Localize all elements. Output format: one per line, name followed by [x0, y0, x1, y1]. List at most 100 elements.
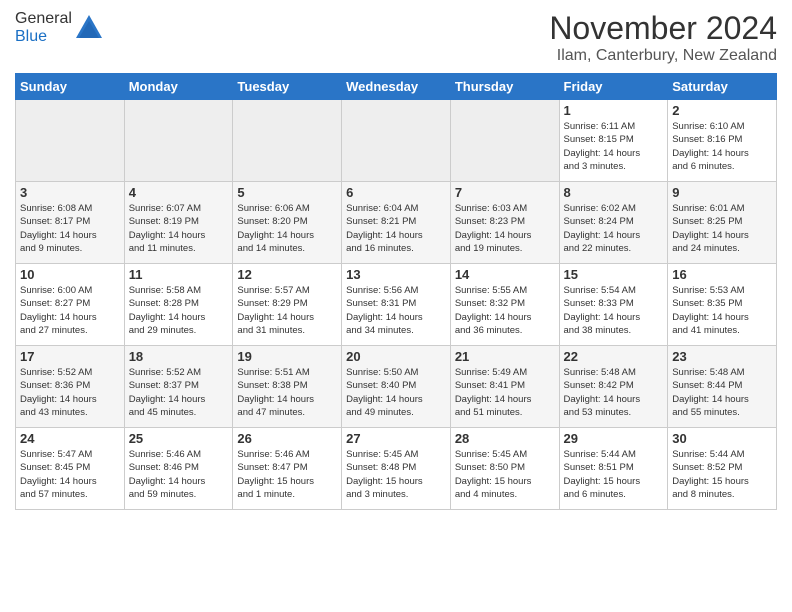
day-info: Sunrise: 5:53 AMSunset: 8:35 PMDaylight:… [672, 284, 772, 337]
calendar-table: Sunday Monday Tuesday Wednesday Thursday… [15, 73, 777, 510]
table-row: 4Sunrise: 6:07 AMSunset: 8:19 PMDaylight… [124, 182, 233, 264]
day-number: 15 [564, 267, 664, 282]
logo-general-text: General [15, 10, 72, 27]
calendar-week-5: 24Sunrise: 5:47 AMSunset: 8:45 PMDayligh… [16, 428, 777, 510]
day-info: Sunrise: 5:57 AMSunset: 8:29 PMDaylight:… [237, 284, 337, 337]
title-area: November 2024 Ilam, Canterbury, New Zeal… [549, 10, 777, 65]
table-row [450, 100, 559, 182]
day-number: 11 [129, 267, 229, 282]
day-number: 19 [237, 349, 337, 364]
day-number: 9 [672, 185, 772, 200]
day-info: Sunrise: 6:00 AMSunset: 8:27 PMDaylight:… [20, 284, 120, 337]
day-number: 8 [564, 185, 664, 200]
table-row: 13 Sunrise: 5:56 AMSunset: 8:31 PMDayligh… [342, 264, 451, 346]
table-row: 22Sunrise: 5:48 AMSunset: 8:42 PMDayligh… [559, 346, 668, 428]
location: Ilam, Canterbury, New Zealand [549, 47, 777, 65]
day-info: Sunrise: 6:03 AMSunset: 8:23 PMDaylight:… [455, 202, 555, 255]
calendar-week-1: 1 Sunrise: 6:11 AMSunset: 8:15 PMDaylight… [16, 100, 777, 182]
day-number: 25 [129, 431, 229, 446]
day-info: Sunrise: 5:48 AMSunset: 8:42 PMDaylight:… [564, 366, 664, 419]
day-info: Sunrise: 6:07 AMSunset: 8:19 PMDaylight:… [129, 202, 229, 255]
table-row: 5Sunrise: 6:06 AMSunset: 8:20 PMDaylight… [233, 182, 342, 264]
calendar-week-3: 10 Sunrise: 6:00 AMSunset: 8:27 PMDayligh… [16, 264, 777, 346]
table-row: 18 Sunrise: 5:52 AMSunset: 8:37 PMDayligh… [124, 346, 233, 428]
day-info: Sunrise: 5:55 AMSunset: 8:32 PMDaylight:… [455, 284, 555, 337]
col-wednesday: Wednesday [342, 74, 451, 100]
table-row [124, 100, 233, 182]
logo-blue-text: Blue [15, 28, 47, 45]
table-row: 19Sunrise: 5:51 AMSunset: 8:38 PMDayligh… [233, 346, 342, 428]
month-title: November 2024 [549, 10, 777, 47]
table-row [16, 100, 125, 182]
table-row: 15 Sunrise: 5:54 AMSunset: 8:33 PMDayligh… [559, 264, 668, 346]
day-info: Sunrise: 6:10 AMSunset: 8:16 PMDaylight:… [672, 120, 772, 173]
day-number: 28 [455, 431, 555, 446]
table-row: 8Sunrise: 6:02 AMSunset: 8:24 PMDaylight… [559, 182, 668, 264]
day-info: Sunrise: 6:04 AMSunset: 8:21 PMDaylight:… [346, 202, 446, 255]
day-number: 3 [20, 185, 120, 200]
day-info: Sunrise: 5:58 AMSunset: 8:28 PMDaylight:… [129, 284, 229, 337]
table-row: 3 Sunrise: 6:08 AMSunset: 8:17 PMDaylight… [16, 182, 125, 264]
day-number: 13 [346, 267, 446, 282]
day-info: Sunrise: 5:44 AMSunset: 8:52 PMDaylight:… [672, 448, 772, 501]
day-number: 2 [672, 103, 772, 118]
col-sunday: Sunday [16, 74, 125, 100]
table-row: 2 Sunrise: 6:10 AMSunset: 8:16 PMDaylight… [668, 100, 777, 182]
day-number: 17 [20, 349, 120, 364]
col-monday: Monday [124, 74, 233, 100]
day-number: 30 [672, 431, 772, 446]
day-info: Sunrise: 5:56 AMSunset: 8:31 PMDaylight:… [346, 284, 446, 337]
day-info: Sunrise: 5:47 AMSunset: 8:45 PMDaylight:… [20, 448, 120, 501]
day-number: 12 [237, 267, 337, 282]
day-info: Sunrise: 5:45 AMSunset: 8:50 PMDaylight:… [455, 448, 555, 501]
day-info: Sunrise: 6:08 AMSunset: 8:17 PMDaylight:… [20, 202, 120, 255]
day-number: 14 [455, 267, 555, 282]
day-number: 10 [20, 267, 120, 282]
table-row: 17 Sunrise: 5:52 AMSunset: 8:36 PMDayligh… [16, 346, 125, 428]
calendar-week-4: 17 Sunrise: 5:52 AMSunset: 8:36 PMDayligh… [16, 346, 777, 428]
day-number: 29 [564, 431, 664, 446]
day-number: 1 [564, 103, 664, 118]
day-info: Sunrise: 5:50 AMSunset: 8:40 PMDaylight:… [346, 366, 446, 419]
day-info: Sunrise: 5:52 AMSunset: 8:36 PMDaylight:… [20, 366, 120, 419]
table-row [342, 100, 451, 182]
table-row: 20 Sunrise: 5:50 AMSunset: 8:40 PMDayligh… [342, 346, 451, 428]
table-row: 16 Sunrise: 5:53 AMSunset: 8:35 PMDayligh… [668, 264, 777, 346]
day-number: 5 [237, 185, 337, 200]
table-row: 10 Sunrise: 6:00 AMSunset: 8:27 PMDayligh… [16, 264, 125, 346]
table-row: 9Sunrise: 6:01 AMSunset: 8:25 PMDaylight… [668, 182, 777, 264]
table-row: 14 Sunrise: 5:55 AMSunset: 8:32 PMDayligh… [450, 264, 559, 346]
page-header: General Blue November 2024 Ilam, Canterb… [15, 10, 777, 65]
day-info: Sunrise: 6:11 AMSunset: 8:15 PMDaylight:… [564, 120, 664, 173]
col-saturday: Saturday [668, 74, 777, 100]
table-row: 27 Sunrise: 5:45 AMSunset: 8:48 PMDayligh… [342, 428, 451, 510]
day-info: Sunrise: 5:44 AMSunset: 8:51 PMDaylight:… [564, 448, 664, 501]
col-thursday: Thursday [450, 74, 559, 100]
calendar-header-row: Sunday Monday Tuesday Wednesday Thursday… [16, 74, 777, 100]
table-row: 23 Sunrise: 5:48 AMSunset: 8:44 PMDayligh… [668, 346, 777, 428]
table-row: 26Sunrise: 5:46 AMSunset: 8:47 PMDayligh… [233, 428, 342, 510]
table-row: 12 Sunrise: 5:57 AMSunset: 8:29 PMDayligh… [233, 264, 342, 346]
col-tuesday: Tuesday [233, 74, 342, 100]
page-container: General Blue November 2024 Ilam, Canterb… [0, 0, 792, 520]
day-info: Sunrise: 5:49 AMSunset: 8:41 PMDaylight:… [455, 366, 555, 419]
table-row: 11 Sunrise: 5:58 AMSunset: 8:28 PMDayligh… [124, 264, 233, 346]
table-row: 30 Sunrise: 5:44 AMSunset: 8:52 PMDayligh… [668, 428, 777, 510]
table-row: 28 Sunrise: 5:45 AMSunset: 8:50 PMDayligh… [450, 428, 559, 510]
table-row: 24Sunrise: 5:47 AMSunset: 8:45 PMDayligh… [16, 428, 125, 510]
day-number: 27 [346, 431, 446, 446]
day-info: Sunrise: 5:54 AMSunset: 8:33 PMDaylight:… [564, 284, 664, 337]
day-number: 23 [672, 349, 772, 364]
day-number: 16 [672, 267, 772, 282]
col-friday: Friday [559, 74, 668, 100]
day-info: Sunrise: 5:46 AMSunset: 8:47 PMDaylight:… [237, 448, 337, 501]
day-info: Sunrise: 5:45 AMSunset: 8:48 PMDaylight:… [346, 448, 446, 501]
day-info: Sunrise: 5:52 AMSunset: 8:37 PMDaylight:… [129, 366, 229, 419]
day-info: Sunrise: 5:48 AMSunset: 8:44 PMDaylight:… [672, 366, 772, 419]
day-number: 18 [129, 349, 229, 364]
day-number: 20 [346, 349, 446, 364]
day-info: Sunrise: 5:46 AMSunset: 8:46 PMDaylight:… [129, 448, 229, 501]
table-row [233, 100, 342, 182]
day-number: 6 [346, 185, 446, 200]
table-row: 29 Sunrise: 5:44 AMSunset: 8:51 PMDayligh… [559, 428, 668, 510]
